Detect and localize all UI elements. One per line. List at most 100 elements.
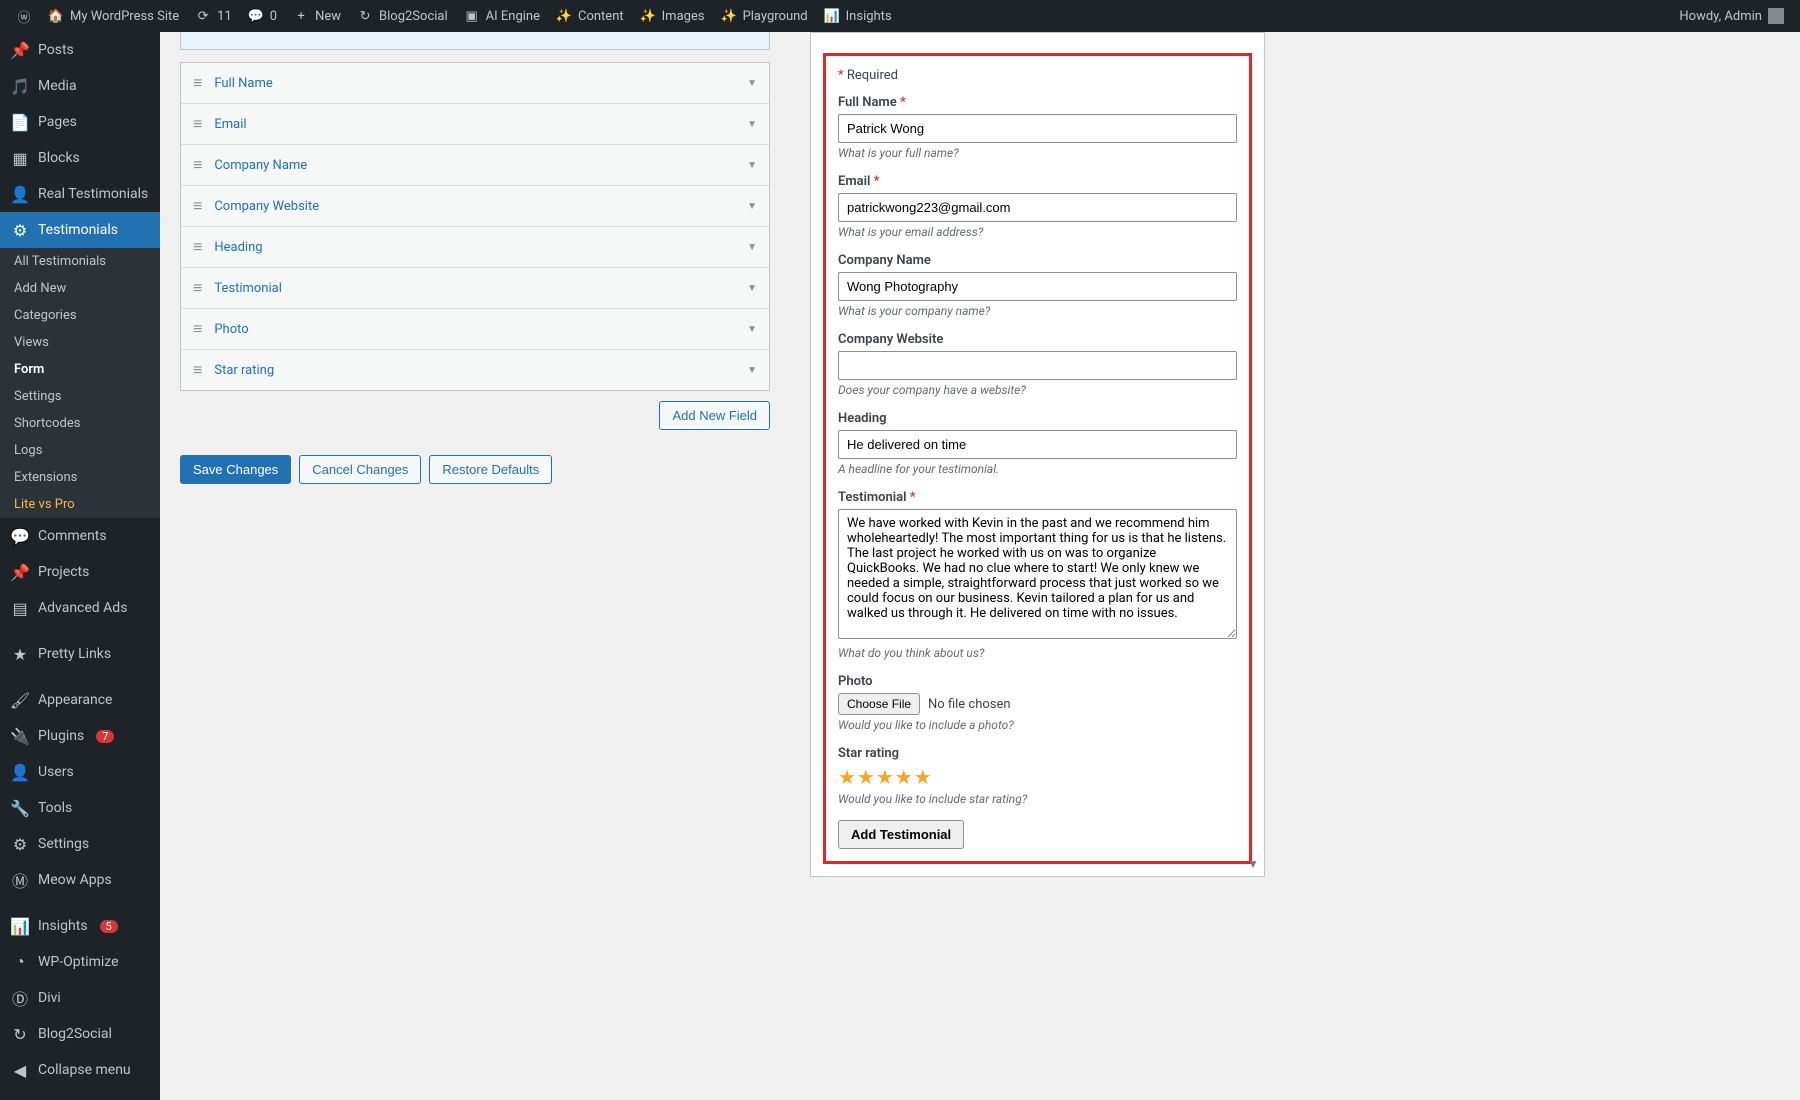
chevron-down-icon[interactable]: ▼ [747,365,757,376]
blog2social-link[interactable]: ↻Blog2Social [349,0,456,32]
collapse-icon: ◀ [10,1060,30,1080]
menu-appearance[interactable]: 🖌Appearance [0,682,160,718]
add-testimonial-button[interactable]: Add Testimonial [838,820,964,849]
drag-handle-icon[interactable]: ≡ [193,237,202,257]
choose-file-button[interactable]: Choose File [838,693,920,715]
drag-handle-icon[interactable]: ≡ [193,319,202,339]
chevron-down-icon[interactable]: ▼ [747,160,757,171]
drag-handle-icon[interactable]: ≡ [193,114,202,134]
submenu-categories[interactable]: Categories [0,302,160,329]
full-name-label: Full Name * [838,95,1237,110]
drag-handle-icon[interactable]: ≡ [193,155,202,175]
collapse-panel-icon[interactable]: ▼ [1247,857,1259,871]
menu-testimonials[interactable]: ⚙Testimonials [0,212,160,248]
chevron-down-icon[interactable]: ▼ [747,324,757,335]
updates-count: 11 [217,9,232,24]
star-rating-input[interactable]: ★★★★★ [838,765,1237,789]
menu-settings[interactable]: ⚙Settings [0,826,160,862]
updates-link[interactable]: ⟳11 [187,0,240,32]
file-status: No file chosen [928,697,1011,712]
user-icon: 👤 [10,762,30,782]
restore-defaults-button[interactable]: Restore Defaults [429,455,552,484]
save-changes-button[interactable]: Save Changes [180,455,291,484]
ads-icon: ▤ [10,598,30,618]
submenu-add-new[interactable]: Add New [0,275,160,302]
pin-icon: 📌 [10,562,30,582]
chevron-down-icon[interactable]: ▼ [747,201,757,212]
drag-handle-icon[interactable]: ≡ [193,360,202,380]
new-link[interactable]: +New [285,0,349,32]
menu-plugins[interactable]: 🔌Plugins7 [0,718,160,754]
wp-logo[interactable]: ⓦ [8,0,40,32]
new-label: New [315,9,341,24]
menu-media[interactable]: 🎵Media [0,68,160,104]
required-note: * Required [838,68,1237,83]
field-row-full-name[interactable]: ≡Full Name▼ [181,63,769,104]
submenu-shortcodes[interactable]: Shortcodes [0,410,160,437]
avatar [1768,8,1784,24]
images-link[interactable]: ✨Images [632,0,713,32]
menu-advanced-ads[interactable]: ▤Advanced Ads [0,590,160,626]
site-name-link[interactable]: 🏠My WordPress Site [40,0,187,32]
menu-comments[interactable]: 💬Comments [0,518,160,554]
company-website-help: Does your company have a website? [838,383,1237,397]
insights-badge: 5 [100,920,118,933]
add-new-field-button[interactable]: Add New Field [659,401,770,430]
field-row-testimonial[interactable]: ≡Testimonial▼ [181,268,769,309]
chart-icon: 📊 [824,8,840,24]
field-row-photo[interactable]: ≡Photo▼ [181,309,769,350]
submenu-form[interactable]: Form [0,356,160,383]
sliders-icon: ⚙ [10,834,30,854]
menu-real-testimonials[interactable]: 👤Real Testimonials [0,176,160,212]
cancel-changes-button[interactable]: Cancel Changes [299,455,421,484]
playground-link[interactable]: ✨Playground [713,0,816,32]
menu-pretty-links[interactable]: ★Pretty Links [0,636,160,672]
menu-projects[interactable]: 📌Projects [0,554,160,590]
chevron-down-icon[interactable]: ▼ [747,283,757,294]
menu-blog2social[interactable]: ↻Blog2Social [0,1016,160,1052]
insights-link[interactable]: 📊Insights [816,0,900,32]
menu-users[interactable]: 👤Users [0,754,160,790]
full-name-input[interactable] [838,114,1237,143]
testimonial-textarea[interactable] [838,509,1237,639]
field-row-star-rating[interactable]: ≡Star rating▼ [181,350,769,390]
testimonial-label: Testimonial * [838,490,1237,505]
howdy-user[interactable]: Howdy, Admin [1671,0,1792,32]
chevron-down-icon[interactable]: ▼ [747,242,757,253]
menu-wp-optimize[interactable]: ◔WP-Optimize [0,944,160,980]
collapse-menu[interactable]: ◀Collapse menu [0,1052,160,1088]
menu-tools[interactable]: 🔧Tools [0,790,160,826]
field-row-company-website[interactable]: ≡Company Website▼ [181,186,769,227]
field-row-company-name[interactable]: ≡Company Name▼ [181,145,769,186]
home-icon: 🏠 [48,8,64,24]
menu-posts[interactable]: 📌Posts [0,32,160,68]
menu-meow-apps[interactable]: ⓂMeow Apps [0,862,160,898]
drag-handle-icon[interactable]: ≡ [193,73,202,93]
submenu-extensions[interactable]: Extensions [0,464,160,491]
drag-handle-icon[interactable]: ≡ [193,278,202,298]
chevron-down-icon[interactable]: ▼ [747,119,757,130]
menu-blocks[interactable]: ▦Blocks [0,140,160,176]
menu-insights[interactable]: 📊Insights5 [0,908,160,944]
company-name-input[interactable] [838,272,1237,301]
company-website-input[interactable] [838,351,1237,380]
heading-help: A headline for your testimonial. [838,462,1237,476]
submenu-lite-vs-pro[interactable]: Lite vs Pro [0,491,160,518]
content-link[interactable]: ✨Content [548,0,632,32]
email-input[interactable] [838,193,1237,222]
field-row-heading[interactable]: ≡Heading▼ [181,227,769,268]
comments-link[interactable]: 💬0 [240,0,285,32]
menu-pages[interactable]: 📄Pages [0,104,160,140]
submenu-all-testimonials[interactable]: All Testimonials [0,248,160,275]
submenu-settings[interactable]: Settings [0,383,160,410]
drag-handle-icon[interactable]: ≡ [193,196,202,216]
field-row-email[interactable]: ≡Email▼ [181,104,769,145]
admin-bar: ⓦ 🏠My WordPress Site ⟳11 💬0 +New ↻Blog2S… [0,0,1800,32]
ai-engine-link[interactable]: ▣AI Engine [456,0,548,32]
submenu-logs[interactable]: Logs [0,437,160,464]
heading-input[interactable] [838,430,1237,459]
submenu-views[interactable]: Views [0,329,160,356]
ai-icon: ▣ [464,8,480,24]
chevron-down-icon[interactable]: ▼ [747,78,757,89]
menu-divi[interactable]: ⒹDivi [0,980,160,1016]
